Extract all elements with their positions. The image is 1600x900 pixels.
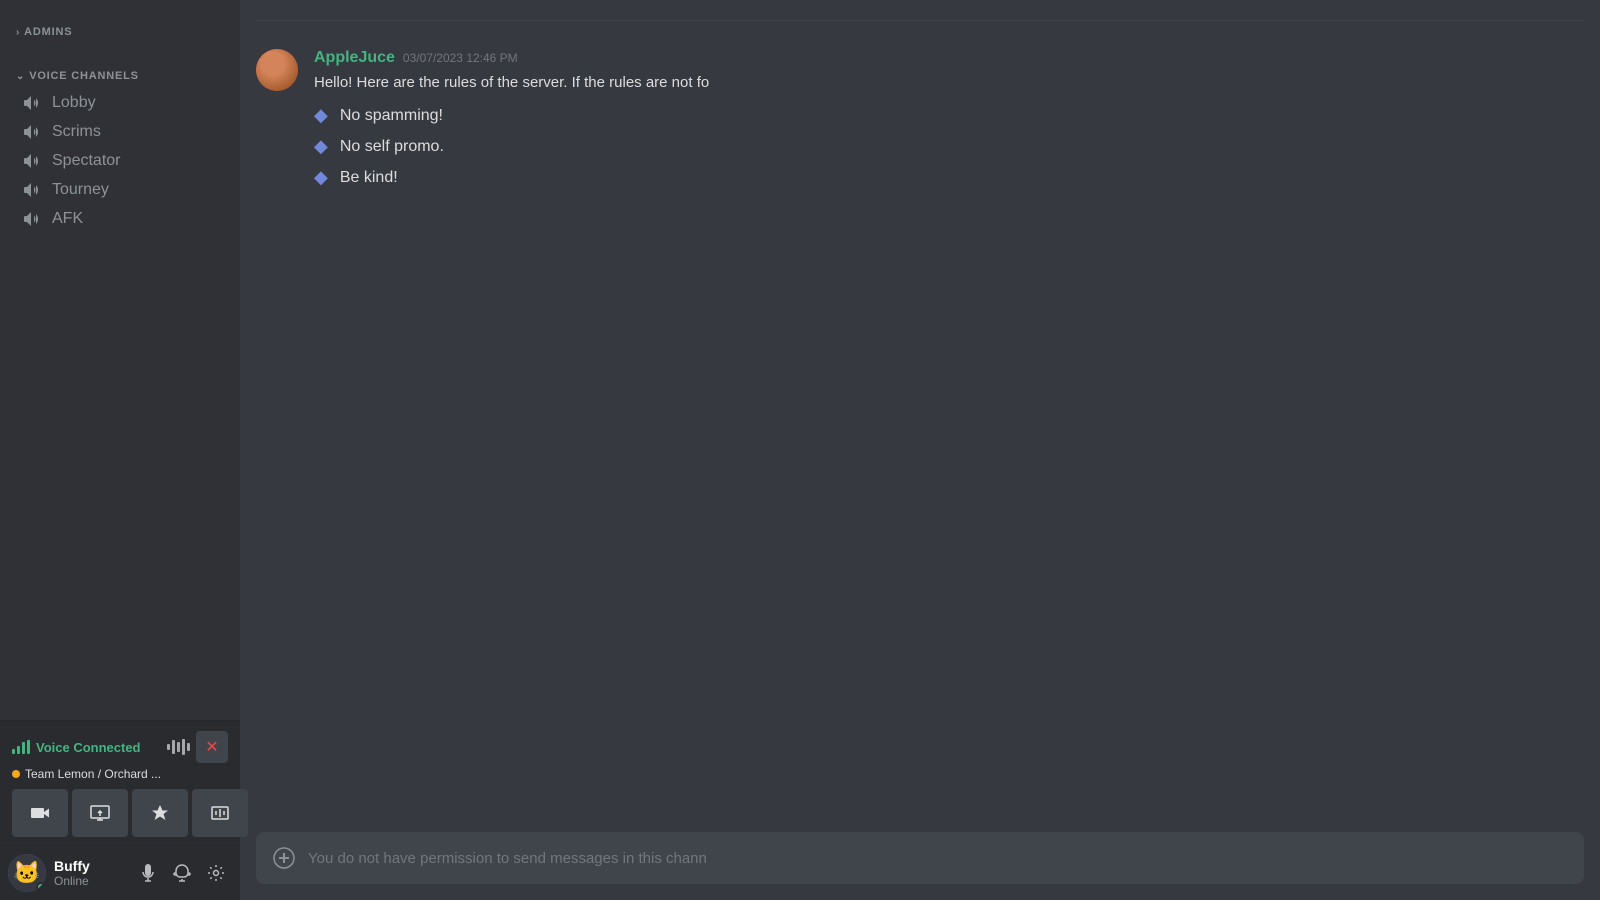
rule-item-1: ◆ No spamming!	[314, 105, 1584, 126]
message-group: AppleJuce 03/07/2023 12:46 PM Hello! Her…	[240, 41, 1600, 206]
message-divider	[256, 20, 1584, 21]
user-status-label: Online	[54, 874, 132, 888]
yellow-dot-icon	[12, 770, 20, 778]
admins-section-header[interactable]: › ADMINS	[0, 10, 240, 44]
voice-connected-subtitle: Team Lemon / Orchard ...	[12, 767, 228, 781]
main-content: AppleJuce 03/07/2023 12:46 PM Hello! Her…	[240, 0, 1600, 900]
soundboard-button[interactable]	[192, 789, 248, 837]
avatar-image	[256, 49, 298, 91]
rule-text-3: Be kind!	[340, 169, 398, 187]
screen-share-button[interactable]	[72, 789, 128, 837]
voice-buttons-row	[12, 789, 228, 837]
speaker-icon-spectator	[24, 152, 44, 170]
input-area: You do not have permission to send messa…	[240, 832, 1600, 900]
channel-tourney[interactable]: Tourney	[8, 176, 232, 204]
voice-channels-section: ⌄ VOICE CHANNELS Lobby	[0, 54, 240, 233]
channel-tourney-label: Tourney	[52, 181, 109, 199]
mute-button[interactable]	[132, 857, 164, 889]
user-panel: 🐱 Buffy Online	[0, 845, 240, 900]
voice-channels-header[interactable]: ⌄ VOICE CHANNELS	[0, 54, 240, 88]
message-input-wrapper: You do not have permission to send messa…	[256, 832, 1584, 884]
channel-spectator[interactable]: Spectator	[8, 147, 232, 175]
rule-text-1: No spamming!	[340, 107, 443, 125]
message-content: AppleJuce 03/07/2023 12:46 PM Hello! Her…	[314, 49, 1584, 198]
avatar: 🐱	[8, 854, 46, 892]
sidebar-scroll: › ADMINS ⌄ VOICE CHANNELS Lobby	[0, 0, 240, 720]
message-intro-text: Hello! Here are the rules of the server.…	[314, 71, 1584, 95]
voice-controls-right: ✕	[167, 731, 228, 763]
channel-spectator-label: Spectator	[52, 152, 120, 170]
voice-channel-name: Team Lemon / Orchard ...	[25, 767, 161, 781]
voice-channels-chevron: ⌄	[16, 71, 25, 82]
speaker-icon-lobby	[24, 94, 44, 112]
user-controls	[132, 857, 232, 889]
signal-bar-2	[17, 746, 20, 754]
message-header: AppleJuce 03/07/2023 12:46 PM	[314, 49, 1584, 67]
voice-channels-label: VOICE CHANNELS	[29, 70, 139, 82]
voice-connected-title: Voice Connected	[12, 740, 141, 755]
signal-bar-3	[22, 742, 25, 754]
wave-bar-3	[177, 742, 180, 752]
applejuice-avatar	[256, 49, 298, 91]
speaker-icon-scrims	[24, 123, 44, 141]
activity-button[interactable]	[132, 789, 188, 837]
username-label: Buffy	[54, 858, 132, 874]
channel-afk-label: AFK	[52, 210, 83, 228]
voice-connected-label: Voice Connected	[36, 740, 141, 755]
voice-connected-header: Voice Connected ✕	[12, 731, 228, 763]
channel-afk[interactable]: AFK	[8, 205, 232, 233]
message-timestamp: 03/07/2023 12:46 PM	[403, 51, 518, 65]
online-status-dot	[36, 882, 46, 892]
sound-wave-icon[interactable]	[167, 737, 190, 757]
rule-item-2: ◆ No self promo.	[314, 136, 1584, 157]
admins-label: ADMINS	[24, 26, 72, 38]
admins-chevron: ›	[16, 27, 20, 38]
settings-button[interactable]	[200, 857, 232, 889]
signal-bars-icon	[12, 740, 30, 754]
speaker-icon-tourney	[24, 181, 44, 199]
wave-bar-5	[187, 743, 190, 751]
add-message-button[interactable]	[272, 832, 296, 884]
message-input-placeholder: You do not have permission to send messa…	[308, 836, 1568, 881]
message-author: AppleJuce	[314, 49, 395, 67]
deafen-button[interactable]	[166, 857, 198, 889]
wave-bar-4	[182, 739, 185, 755]
diamond-icon-1: ◆	[314, 105, 328, 126]
messages-area: AppleJuce 03/07/2023 12:46 PM Hello! Her…	[240, 0, 1600, 832]
channel-lobby-label: Lobby	[52, 94, 96, 112]
channel-scrims-label: Scrims	[52, 123, 101, 141]
wave-bar-2	[172, 740, 175, 754]
camera-button[interactable]	[12, 789, 68, 837]
disconnect-button[interactable]: ✕	[196, 731, 228, 763]
sidebar: › ADMINS ⌄ VOICE CHANNELS Lobby	[0, 0, 240, 900]
diamond-icon-3: ◆	[314, 167, 328, 188]
signal-bar-4	[27, 740, 30, 754]
user-info: Buffy Online	[54, 858, 132, 888]
channel-scrims[interactable]: Scrims	[8, 118, 232, 146]
rule-item-3: ◆ Be kind!	[314, 167, 1584, 188]
diamond-icon-2: ◆	[314, 136, 328, 157]
voice-connected-panel: Voice Connected ✕ Team Lemon / Orchard .…	[0, 720, 240, 845]
wave-bar-1	[167, 744, 170, 750]
signal-bar-1	[12, 749, 15, 754]
rule-text-2: No self promo.	[340, 138, 444, 156]
channel-lobby[interactable]: Lobby	[8, 89, 232, 117]
speaker-icon-afk	[24, 210, 44, 228]
